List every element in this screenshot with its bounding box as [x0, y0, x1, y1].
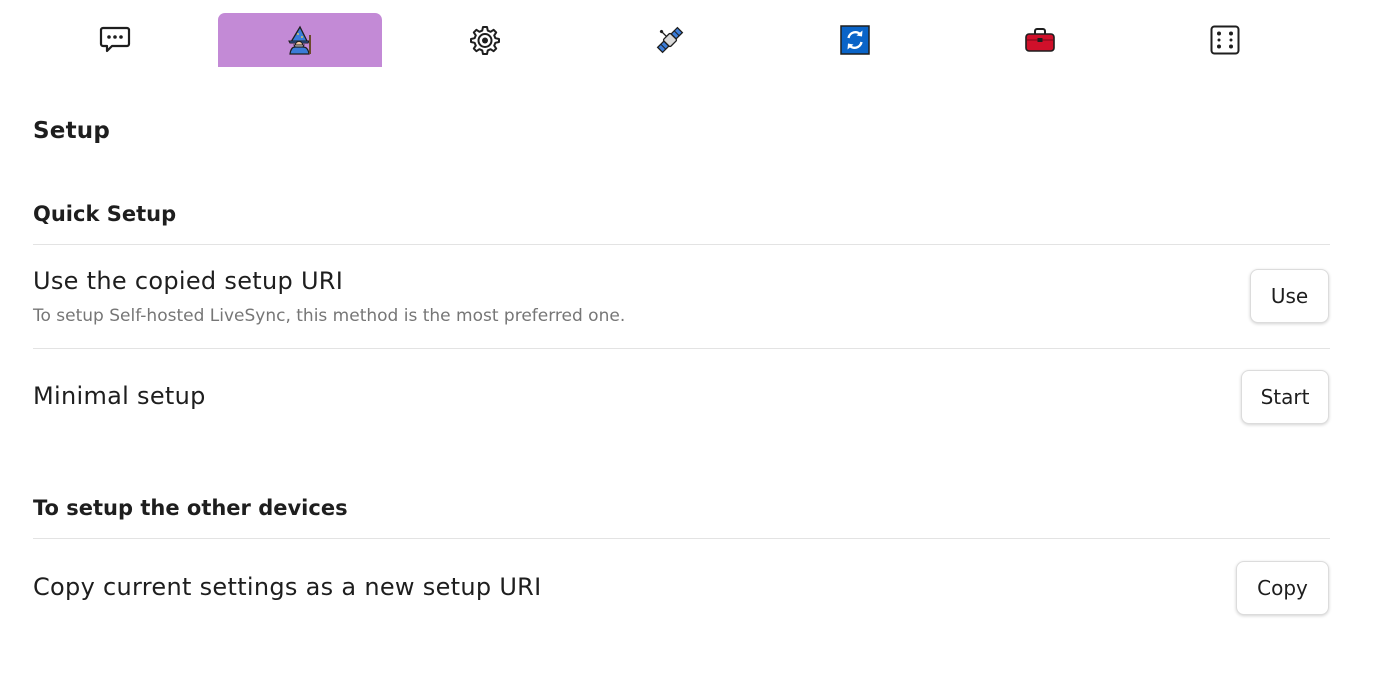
- setting-name-use-uri: Use the copied setup URI: [33, 267, 344, 295]
- page-title: Setup: [33, 118, 110, 144]
- speech-bubble-icon: [99, 25, 131, 55]
- divider: [33, 348, 1330, 349]
- setting-description-use-uri: To setup Self-hosted LiveSync, this meth…: [33, 306, 626, 326]
- toolbox-icon: [1024, 26, 1056, 54]
- gear-icon: [470, 25, 500, 55]
- wizard-icon: [285, 25, 315, 55]
- tab-remote-chat[interactable]: [33, 13, 197, 67]
- start-button[interactable]: Start: [1241, 370, 1329, 424]
- use-button[interactable]: Use: [1250, 269, 1329, 323]
- tab-setup-wizard[interactable]: [218, 13, 382, 67]
- tab-remote-configuration[interactable]: [588, 13, 752, 67]
- section-heading-quick-setup: Quick Setup: [33, 202, 177, 226]
- tab-maintenance[interactable]: [958, 13, 1122, 67]
- dice-icon: [1210, 25, 1240, 55]
- tab-sync-settings[interactable]: [773, 13, 937, 67]
- settings-tab-bar: [0, 0, 1373, 67]
- setting-name-minimal-setup: Minimal setup: [33, 382, 206, 410]
- divider: [33, 244, 1330, 245]
- copy-button[interactable]: Copy: [1236, 561, 1329, 615]
- divider: [33, 538, 1330, 539]
- sync-icon: [840, 25, 870, 55]
- section-heading-other-devices: To setup the other devices: [33, 496, 348, 520]
- setting-name-copy-uri: Copy current settings as a new setup URI: [33, 573, 542, 601]
- tab-general-settings[interactable]: [403, 13, 567, 67]
- tab-customization[interactable]: [1143, 13, 1307, 67]
- satellite-icon: [654, 24, 686, 56]
